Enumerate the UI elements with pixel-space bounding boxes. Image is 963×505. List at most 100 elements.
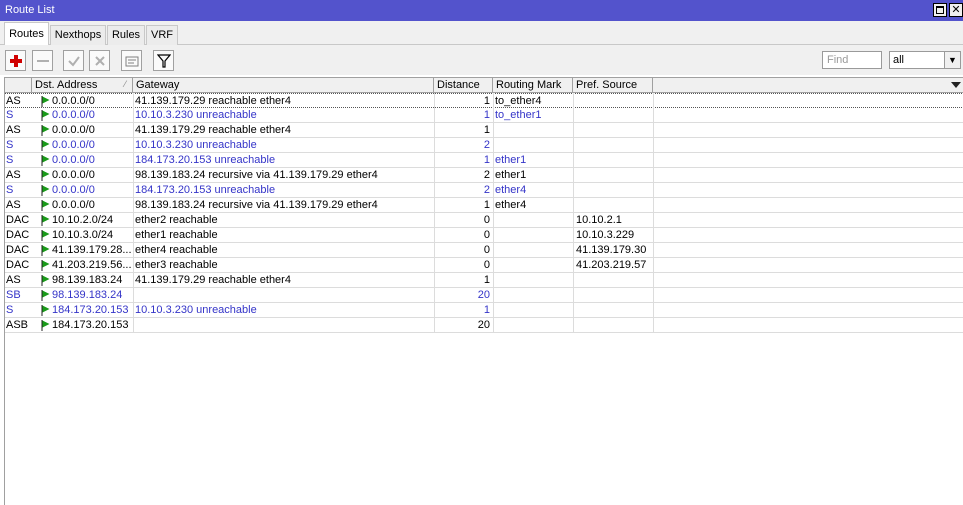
window-title: Route List — [5, 4, 55, 16]
cell-gateway: 98.139.183.24 recursive via 41.139.179.2… — [135, 169, 378, 181]
column-header-dst-address[interactable]: Dst. Address ⁄ — [32, 78, 133, 93]
tab-label: VRF — [151, 29, 173, 41]
cell-pref-source — [576, 319, 652, 333]
enable-button[interactable] — [63, 50, 84, 71]
cell-flags: DAC — [6, 229, 30, 241]
cell-pref-source — [576, 109, 652, 123]
table-row[interactable]: SB 98.139.183.24 20 — [5, 288, 963, 303]
cell-flags: AS — [6, 199, 21, 211]
cell-routing-mark — [495, 289, 571, 303]
cell-dst-address: 41.203.219.56... — [52, 259, 132, 271]
remove-button[interactable] — [32, 50, 53, 71]
table-header: Dst. Address ⁄ Gateway Distance Routing … — [5, 77, 963, 93]
cell-dst-address: 184.173.20.153 — [52, 319, 129, 331]
cell-flags: S — [6, 139, 14, 151]
table-row[interactable]: DAC 41.139.179.28... ether4 reachable 0 41.1… — [5, 243, 963, 258]
cell-flags: DAC — [6, 244, 30, 256]
table-row[interactable]: S 0.0.0.0/0 184.173.20.153 unreachable 1 eth… — [5, 153, 963, 168]
route-flag-icon — [41, 155, 50, 166]
column-header-routing-mark[interactable]: Routing Mark — [493, 78, 573, 93]
table-row[interactable]: ASB 184.173.20.153 20 — [5, 318, 963, 333]
cell-routing-mark — [495, 274, 571, 288]
column-header-gateway[interactable]: Gateway — [133, 78, 434, 93]
cell-flags: DAC — [6, 214, 30, 226]
table-row[interactable]: DAC 41.203.219.56... ether3 reachable 0 41.2… — [5, 258, 963, 273]
cell-distance: 2 — [483, 184, 490, 196]
tab-strip: Routes Nexthops Rules VRF — [0, 21, 963, 46]
table-row[interactable]: S 0.0.0.0/0 184.173.20.153 unreachable 2 eth… — [5, 183, 963, 198]
cell-routing-mark: ether4 — [495, 184, 527, 196]
table-row[interactable]: S 0.0.0.0/0 10.10.3.230 unreachable 2 — [5, 138, 963, 153]
cell-dst-address: 0.0.0.0/0 — [52, 95, 95, 107]
column-header-flags[interactable] — [5, 78, 32, 93]
cell-routing-mark: ether1 — [495, 154, 527, 166]
cell-dst-address: 98.139.183.24 — [52, 274, 123, 286]
column-header-distance[interactable]: Distance — [434, 78, 493, 93]
cell-gateway: 41.139.179.29 reachable ether4 — [135, 95, 291, 107]
add-button[interactable] — [5, 50, 26, 71]
cell-gateway: 41.139.179.29 reachable ether4 — [135, 274, 291, 286]
cell-dst-address: 184.173.20.153 — [52, 304, 129, 316]
cell-flags: S — [6, 184, 14, 196]
close-button[interactable]: ✕ — [949, 3, 963, 17]
filter-icon — [157, 54, 171, 68]
cell-dst-address: 0.0.0.0/0 — [52, 124, 95, 136]
route-flag-icon — [41, 125, 50, 136]
cell-distance: 1 — [483, 304, 490, 316]
cell-pref-source — [576, 199, 652, 213]
tab-label: Nexthops — [54, 29, 102, 41]
cell-pref-source: 41.139.179.30 — [576, 244, 647, 256]
table-row[interactable]: AS 0.0.0.0/0 98.139.183.24 recursive via 4… — [5, 168, 963, 183]
cell-distance: 2 — [483, 139, 490, 151]
table-row[interactable]: AS 0.0.0.0/0 41.139.179.29 reachable ether… — [5, 93, 963, 108]
cell-gateway: 10.10.3.230 unreachable — [135, 109, 257, 121]
cell-distance: 1 — [483, 109, 490, 121]
route-flag-icon — [41, 230, 50, 241]
table-row[interactable]: DAC 10.10.3.0/24 ether1 reachable 0 10.10.3.… — [5, 228, 963, 243]
table-row[interactable]: AS 98.139.183.24 41.139.179.29 reachable e… — [5, 273, 963, 288]
cell-routing-mark: to_ether4 — [495, 95, 542, 107]
column-header-pref-source[interactable]: Pref. Source — [573, 78, 653, 93]
cell-dst-address: 0.0.0.0/0 — [52, 184, 95, 196]
filter-button[interactable] — [153, 50, 174, 71]
route-flag-icon — [41, 305, 50, 316]
cell-gateway: 10.10.3.230 unreachable — [135, 139, 257, 151]
table-row[interactable]: AS 0.0.0.0/0 41.139.179.29 reachable ether… — [5, 123, 963, 138]
column-divider — [653, 93, 654, 333]
cell-routing-mark — [495, 304, 571, 318]
comment-button[interactable] — [121, 50, 142, 71]
table-row[interactable]: S 0.0.0.0/0 10.10.3.230 unreachable 1 to_eth… — [5, 108, 963, 123]
cell-gateway: 184.173.20.153 unreachable — [135, 154, 276, 166]
table-row[interactable]: S 184.173.20.153 10.10.3.230 unreachable 1 — [5, 303, 963, 318]
cell-pref-source: 10.10.3.229 — [576, 229, 635, 241]
cell-dst-address: 10.10.2.0/24 — [52, 214, 114, 226]
restore-button[interactable] — [933, 3, 947, 17]
cell-gateway: ether2 reachable — [135, 214, 218, 226]
route-flag-icon — [41, 260, 50, 271]
cell-flags: DAC — [6, 259, 30, 271]
cell-gateway — [135, 319, 431, 333]
cell-dst-address: 10.10.3.0/24 — [52, 229, 114, 241]
cell-gateway: ether3 reachable — [135, 259, 218, 271]
disable-button[interactable] — [89, 50, 110, 71]
cell-routing-mark — [495, 229, 571, 243]
tab-rules[interactable]: Rules — [107, 25, 145, 45]
columns-menu-icon[interactable] — [951, 81, 961, 89]
cell-pref-source — [576, 169, 652, 183]
table-row[interactable]: DAC 10.10.2.0/24 ether2 reachable 0 10.10.2.… — [5, 213, 963, 228]
table-row[interactable]: AS 0.0.0.0/0 98.139.183.24 recursive via 4… — [5, 198, 963, 213]
route-flag-icon — [41, 290, 50, 301]
cell-dst-address: 41.139.179.28... — [52, 244, 132, 256]
cell-distance: 1 — [483, 199, 490, 211]
tab-nexthops[interactable]: Nexthops — [50, 25, 106, 45]
cell-pref-source — [576, 274, 652, 288]
disable-icon — [95, 56, 105, 66]
filter-select[interactable]: all ▼ — [889, 51, 961, 69]
column-divider — [434, 93, 435, 333]
cell-distance: 0 — [483, 214, 490, 226]
find-input[interactable]: Find — [822, 51, 882, 69]
cell-pref-source — [576, 289, 652, 303]
tab-routes[interactable]: Routes — [4, 22, 49, 46]
restore-icon — [936, 6, 944, 14]
tab-vrf[interactable]: VRF — [146, 25, 178, 45]
